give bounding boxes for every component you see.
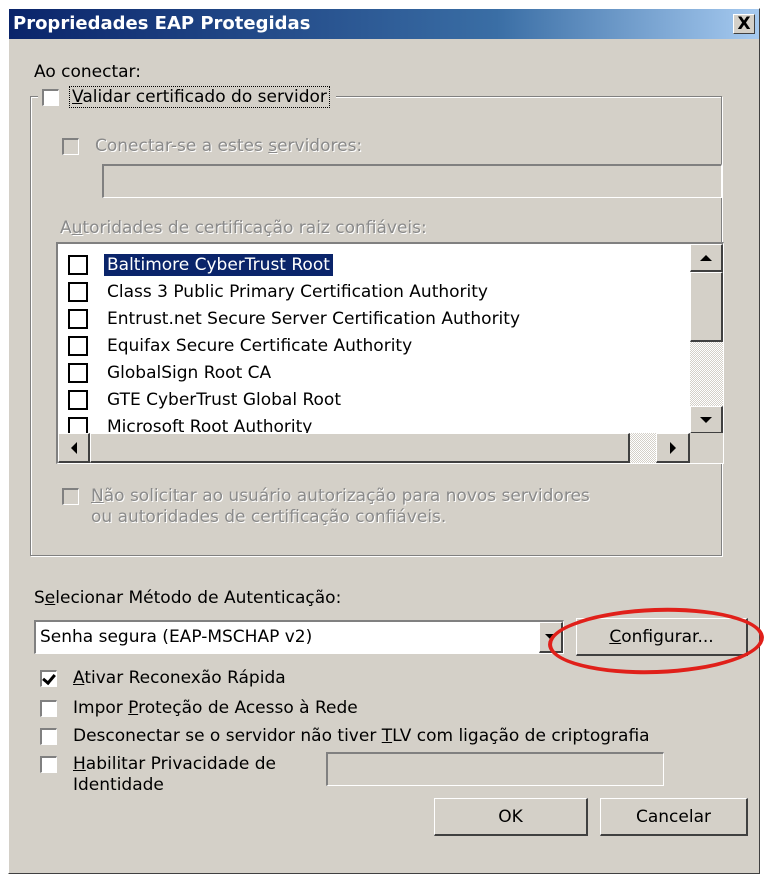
scroll-right-button[interactable] [656, 433, 690, 463]
arrow-down-icon [700, 416, 712, 423]
scroll-left-button[interactable] [58, 433, 90, 463]
ok-button[interactable]: OK [434, 798, 588, 836]
nap-checkbox[interactable] [40, 700, 57, 717]
authority-item[interactable]: GTE CyberTrust Global Root [68, 387, 344, 413]
authority-item[interactable]: Equifax Secure Certificate Authority [68, 333, 415, 359]
fast-reconnect-option[interactable]: Ativar Reconexão Rápida [40, 668, 286, 688]
vertical-scroll-thumb[interactable] [690, 272, 723, 342]
disconnect-tlv-label: Desconectar se o servidor não tiver TLV … [73, 726, 650, 746]
scroll-down-button[interactable] [690, 406, 723, 434]
window-title: Propriedades EAP Protegidas [13, 13, 311, 34]
arrow-up-icon [700, 254, 712, 261]
auth-method-label: Selecionar Método de Autenticação: [34, 588, 342, 608]
identity-privacy-label: Habilitar Privacidade de Identidade [73, 754, 276, 795]
connect-servers-option[interactable]: Conectar-se a estes servidores: [62, 136, 362, 156]
authorities-listbox[interactable]: Baltimore CyberTrust Root Class 3 Public… [56, 242, 724, 464]
validate-cert-checkbox[interactable] [42, 88, 59, 106]
scroll-up-button[interactable] [690, 244, 723, 272]
validate-cert-label: Validar certificado do servidor [69, 86, 330, 108]
connect-servers-label: Conectar-se a estes servidores: [95, 136, 363, 156]
authority-checkbox[interactable] [68, 390, 88, 410]
fast-reconnect-label: Ativar Reconexão Rápida [73, 668, 286, 688]
arrow-left-icon [70, 441, 77, 454]
authority-checkbox[interactable] [68, 309, 88, 329]
validate-cert-option[interactable]: Validar certificado do servidor [38, 84, 336, 110]
title-bar[interactable]: Propriedades EAP Protegidas X [9, 9, 759, 39]
close-button[interactable]: X [733, 14, 755, 34]
connect-servers-checkbox[interactable] [62, 137, 79, 155]
cancel-button[interactable]: Cancelar [600, 798, 748, 836]
fast-reconnect-checkbox[interactable] [40, 670, 57, 687]
nap-label: Impor Proteção de Acesso à Rede [73, 698, 358, 718]
authority-checkbox[interactable] [68, 255, 88, 275]
authority-checkbox[interactable] [68, 336, 88, 356]
vertical-scrollbar[interactable] [690, 244, 723, 434]
identity-input[interactable] [326, 752, 664, 786]
disconnect-tlv-checkbox[interactable] [40, 728, 57, 745]
authority-item[interactable]: Class 3 Public Primary Certification Aut… [68, 279, 491, 305]
identity-privacy-checkbox[interactable] [40, 756, 57, 773]
trusted-root-label: Autoridades de certificação raiz confiáv… [60, 218, 427, 238]
no-prompt-checkbox[interactable] [62, 488, 79, 505]
nap-option[interactable]: Impor Proteção de Acesso à Rede [40, 698, 358, 718]
disconnect-tlv-option[interactable]: Desconectar se o servidor não tiver TLV … [40, 726, 650, 746]
on-connect-heading: Ao conectar: [34, 62, 141, 82]
authority-checkbox[interactable] [68, 282, 88, 302]
no-prompt-option[interactable]: Não solicitar ao usuário autorização par… [62, 486, 590, 528]
horizontal-scroll-thumb[interactable] [90, 433, 630, 463]
identity-privacy-option[interactable]: Habilitar Privacidade de Identidade [40, 754, 276, 796]
no-prompt-label: Não solicitar ao usuário autorização par… [91, 486, 590, 527]
close-icon: X [737, 14, 751, 34]
auth-method-value: Senha segura (EAP-MSCHAP v2) [40, 627, 313, 647]
scroll-corner [690, 433, 723, 463]
arrow-right-icon [669, 441, 676, 454]
authority-item[interactable]: Entrust.net Secure Server Certification … [68, 306, 523, 332]
servers-input[interactable] [102, 164, 722, 198]
auth-method-select[interactable]: Senha segura (EAP-MSCHAP v2) [34, 620, 564, 654]
authority-item[interactable]: Baltimore CyberTrust Root [68, 252, 333, 278]
authority-checkbox[interactable] [68, 363, 88, 383]
authority-item[interactable]: GlobalSign Root CA [68, 360, 274, 386]
horizontal-scrollbar[interactable] [58, 433, 690, 463]
